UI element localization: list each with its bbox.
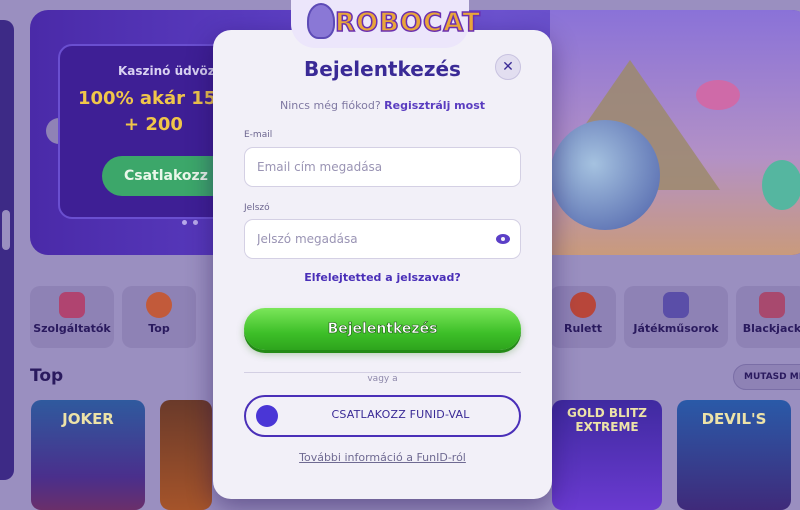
login-button[interactable]: Bejelentkezés [244,308,521,350]
promo-line-1: 100% akár 150 [78,88,229,109]
game-tile[interactable] [160,400,212,510]
funid-button-label: CSATLAKOZZ FUNID-VAL [331,408,470,421]
password-label: Jelszó [244,203,270,213]
show-more-button[interactable]: MUTASD MI [733,364,800,390]
category-label: Rulett [563,322,603,335]
category-label: Játékműsorok [633,322,719,335]
game-title: JOKER [62,410,114,428]
robocat-mascot-icon [307,3,335,39]
category-roulette[interactable]: Rulett [550,286,616,348]
promo-card: Kaszinó üdvözlő 100% akár 150 + 200 Csat… [58,44,242,225]
funid-info-link[interactable]: További információ a FunID-ról [213,451,552,464]
category-services[interactable]: Szolgáltatók [30,286,114,348]
top-icon [146,292,172,318]
forgot-password-link[interactable]: Elfelejtetted a jelszavad? [213,271,552,284]
category-label: Top [148,322,170,335]
close-icon[interactable]: ✕ [495,54,521,80]
or-text: vagy a [359,374,406,384]
game-title: DEVIL'S [701,410,767,428]
category-label: Szolgáltatók [33,322,111,335]
services-icon [59,292,85,318]
login-modal: Bejelentkezés ✕ Nincs még fiókod? Regisz… [213,30,552,499]
game-tile[interactable]: GOLD BLITZ EXTREME [552,400,662,510]
roulette-icon [570,292,596,318]
password-field[interactable] [244,219,521,259]
register-link[interactable]: Regisztrálj most [384,99,485,112]
funid-logo-icon [256,405,278,427]
game-tile[interactable]: DEVIL'S [677,400,791,510]
promo-headline: 100% akár 150 + 200 [78,86,229,138]
email-label: E-mail [244,130,273,140]
no-account-text: Nincs még fiókod? [279,99,381,112]
category-gameshows[interactable]: Játékműsorok [624,286,728,348]
planet-art [550,120,660,230]
robocat-logo: ROBOCAT [291,0,481,48]
promo-subtitle: Kaszinó üdvözlő [118,64,228,78]
blackjack-icon [759,292,785,318]
sidebar-collapsed[interactable] [0,20,14,480]
or-divider: vagy a [213,366,552,385]
gameshow-icon [663,292,689,318]
robot-cat-art [762,160,800,210]
robot-cat-art [696,80,740,110]
logo-text: ROBOCAT [334,7,481,39]
eye-icon[interactable] [496,234,510,244]
category-top[interactable]: Top [122,286,196,348]
game-title: GOLD BLITZ EXTREME [567,406,647,434]
sidebar-handle[interactable] [2,210,10,250]
email-field[interactable] [244,147,521,187]
section-title: Top [30,366,64,386]
game-tile[interactable]: JOKER [31,400,145,510]
promo-line-2: + 200 [124,114,183,135]
category-blackjack[interactable]: Blackjack [736,286,800,348]
register-prompt: Nincs még fiókod? Regisztrálj most [213,99,552,112]
funid-button[interactable]: CSATLAKOZZ FUNID-VAL [244,395,521,437]
carousel-dots[interactable] [182,210,204,229]
category-label: Blackjack [742,322,800,335]
